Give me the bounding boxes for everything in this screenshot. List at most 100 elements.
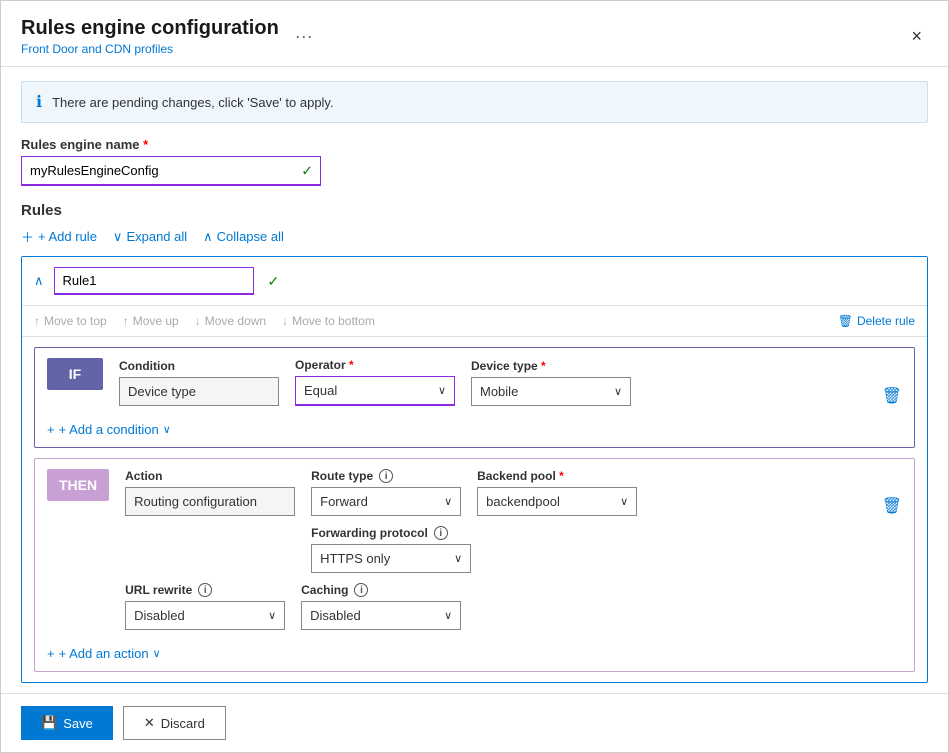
expand-all-button[interactable]: ∨ Expand all <box>113 229 187 245</box>
backend-pool-label: Backend pool * <box>477 469 637 483</box>
name-valid-icon: ✓ <box>301 163 313 180</box>
rules-engine-name-input[interactable] <box>21 156 321 186</box>
forwarding-protocol-group: Forwarding protocol i HTTPS only ∨ <box>311 526 471 573</box>
collapse-all-button[interactable]: ∧ Collapse all <box>203 229 284 245</box>
add-rule-label: + Add rule <box>38 229 97 244</box>
rule-header: ∧ ✓ <box>22 257 927 306</box>
add-rule-button[interactable]: ＋ + Add rule <box>21 227 97 246</box>
discard-button[interactable]: ✕ Discard <box>123 706 226 740</box>
url-rewrite-select[interactable]: Disabled ∨ <box>125 601 285 630</box>
route-type-group: Route type i Forward ∨ <box>311 469 461 516</box>
rule-name-valid-icon: ✓ <box>268 273 280 290</box>
add-action-label: + Add an action <box>59 646 149 661</box>
delete-rule-label: Delete rule <box>857 314 915 328</box>
rule-collapse-button[interactable]: ∧ <box>34 273 44 289</box>
expand-all-label: Expand all <box>126 229 187 244</box>
move-down-button[interactable]: ↓ Move down <box>195 314 266 328</box>
move-to-bottom-button[interactable]: ↓ Move to bottom <box>282 314 375 328</box>
url-rewrite-group: URL rewrite i Disabled ∨ <box>125 583 285 630</box>
backend-pool-chevron-icon: ∨ <box>620 495 628 508</box>
info-banner: ℹ There are pending changes, click 'Save… <box>21 81 928 123</box>
device-type-group: Device type * Mobile ∨ <box>471 359 631 406</box>
forwarding-protocol-info-icon[interactable]: i <box>434 526 448 540</box>
forwarding-protocol-chevron-icon: ∨ <box>454 552 462 565</box>
then-header: THEN Action Routing configuration <box>35 459 914 640</box>
delete-rule-button[interactable]: 🗑 Delete rule <box>838 314 915 328</box>
delete-icon: 🗑 <box>838 314 853 328</box>
forwarding-protocol-select[interactable]: HTTPS only ∨ <box>311 544 471 573</box>
move-to-top-button[interactable]: ↑ Move to top <box>34 314 107 328</box>
add-condition-row: + + Add a condition ∨ <box>35 416 914 447</box>
add-condition-label: + Add a condition <box>59 422 159 437</box>
rules-engine-name-label: Rules engine name <box>21 137 928 152</box>
route-type-select[interactable]: Forward ∨ <box>311 487 461 516</box>
url-rewrite-info-icon[interactable]: i <box>198 583 212 597</box>
route-type-label: Route type i <box>311 469 461 483</box>
action-grid: Action Routing configuration Route type … <box>125 469 902 630</box>
delete-condition-button[interactable]: 🗑 <box>882 386 902 406</box>
condition-group: Condition Device type <box>119 359 279 406</box>
device-type-chevron-icon: ∨ <box>614 385 622 398</box>
dialog-footer: 💾 Save ✕ Discard <box>1 693 948 752</box>
caching-group: Caching i Disabled ∨ <box>301 583 461 630</box>
forwarding-protocol-value: HTTPS only <box>320 551 390 566</box>
operator-required: * <box>349 358 354 372</box>
backend-pool-label-text: Backend pool <box>477 469 556 483</box>
collapse-chevron-icon: ∧ <box>203 229 213 245</box>
save-icon: 💾 <box>41 715 57 731</box>
route-type-label-text: Route type <box>311 469 373 483</box>
rules-engine-dialog: Rules engine configuration Front Door an… <box>0 0 949 753</box>
then-badge: THEN <box>47 469 109 501</box>
rules-section-label: Rules <box>21 202 928 219</box>
action-value: Routing configuration <box>125 487 295 516</box>
add-condition-button[interactable]: + + Add a condition ∨ <box>47 422 171 437</box>
condition-label: Condition <box>119 359 279 373</box>
expand-chevron-icon: ∨ <box>113 229 123 245</box>
close-button[interactable]: × <box>905 24 928 49</box>
discard-icon: ✕ <box>144 715 155 731</box>
rule-name-input[interactable] <box>54 267 254 295</box>
delete-action-button[interactable]: 🗑 <box>882 496 902 516</box>
rule-actions-bar: ↑ Move to top ↑ Move up ↓ Move down ↓ Mo… <box>22 306 927 337</box>
info-icon: ℹ <box>36 92 42 112</box>
caching-select[interactable]: Disabled ∨ <box>301 601 461 630</box>
rules-section: Rules ＋ + Add rule ∨ Expand all ∧ Collap… <box>21 202 928 683</box>
device-type-label: Device type * <box>471 359 631 373</box>
move-up-button[interactable]: ↑ Move up <box>123 314 179 328</box>
move-down-icon: ↓ <box>195 314 201 328</box>
add-condition-plus-icon: + <box>47 422 55 437</box>
move-to-top-icon: ↑ <box>34 314 40 328</box>
operator-label: Operator * <box>295 358 455 372</box>
if-header: IF Condition Device type Operator * <box>35 348 914 416</box>
action-row-3: URL rewrite i Disabled ∨ <box>125 583 902 630</box>
backend-pool-select[interactable]: backendpool ∨ <box>477 487 637 516</box>
operator-label-text: Operator <box>295 358 346 372</box>
dialog-title-area: Rules engine configuration Front Door an… <box>21 17 319 56</box>
dialog-header: Rules engine configuration Front Door an… <box>1 1 948 67</box>
condition-grid: Condition Device type Operator * Equal <box>119 358 902 406</box>
if-badge: IF <box>47 358 103 390</box>
action-row-1: Action Routing configuration Route type … <box>125 469 902 516</box>
operator-select[interactable]: Equal ∨ <box>295 376 455 406</box>
caching-info-icon[interactable]: i <box>354 583 368 597</box>
url-rewrite-value: Disabled <box>134 608 185 623</box>
move-up-label: Move up <box>133 314 179 328</box>
add-action-row: + + Add an action ∨ <box>35 640 914 671</box>
save-button[interactable]: 💾 Save <box>21 706 113 740</box>
info-banner-text: There are pending changes, click 'Save' … <box>52 95 334 110</box>
operator-group: Operator * Equal ∨ <box>295 358 455 406</box>
ellipsis-button[interactable]: ··· <box>289 24 319 49</box>
device-type-select[interactable]: Mobile ∨ <box>471 377 631 406</box>
route-type-info-icon[interactable]: i <box>379 469 393 483</box>
discard-label: Discard <box>161 716 205 731</box>
route-type-chevron-icon: ∨ <box>444 495 452 508</box>
caching-value: Disabled <box>310 608 361 623</box>
add-action-button[interactable]: + + Add an action ∨ <box>47 646 161 661</box>
url-rewrite-label-text: URL rewrite <box>125 583 192 597</box>
device-type-required: * <box>541 359 546 373</box>
caching-label: Caching i <box>301 583 461 597</box>
move-down-label: Move down <box>205 314 266 328</box>
rules-engine-name-wrapper: ✓ <box>21 156 321 186</box>
rules-toolbar: ＋ + Add rule ∨ Expand all ∧ Collapse all <box>21 227 928 246</box>
collapse-all-label: Collapse all <box>217 229 284 244</box>
